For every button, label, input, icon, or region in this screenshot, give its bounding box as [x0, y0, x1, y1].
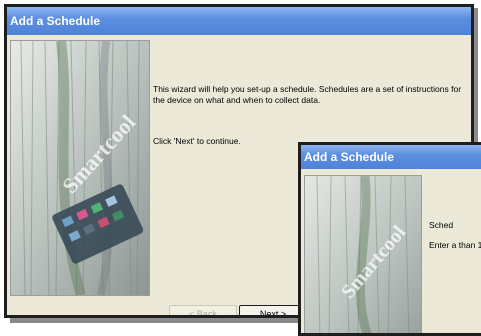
window-title: Add a Schedule — [7, 7, 471, 35]
add-schedule-window-step2: Add a Schedule Smartcool Sched Enter a t… — [298, 142, 481, 336]
next-button[interactable]: Next > — [239, 305, 307, 315]
back-button[interactable]: < Back — [169, 305, 237, 315]
schedule-text: Sched — [429, 220, 454, 230]
intro-text: This wizard will help you set-up a sched… — [153, 84, 462, 105]
enter-text: Enter a than 15 — [429, 240, 481, 250]
wizard-side-image: Smartcool — [10, 40, 150, 296]
wizard-side-image-step2: Smartcool — [304, 175, 422, 333]
window-title-step2: Add a Schedule — [301, 145, 481, 169]
